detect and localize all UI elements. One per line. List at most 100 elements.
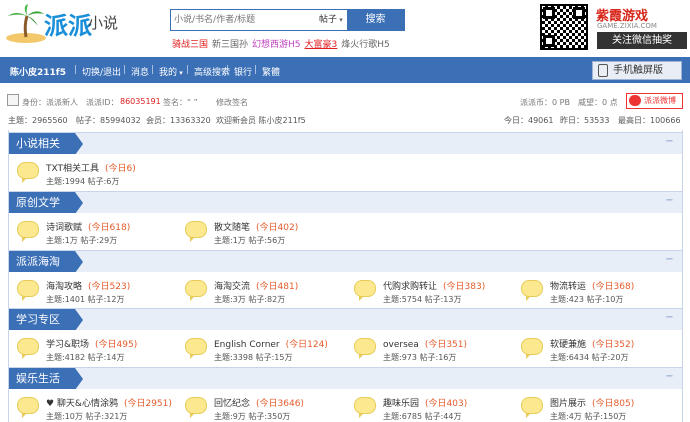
category-header: 学习专区 − [9, 308, 682, 331]
forum-bubble-icon [185, 280, 207, 301]
forum-name[interactable]: English Corner [214, 340, 280, 350]
forum-name-line: 诗词歌赋 (今日618) [46, 220, 130, 233]
nav-messages[interactable]: 消息 [131, 65, 149, 78]
weibo-icon [629, 95, 641, 106]
forum-item[interactable]: ♥ 聊天&心情涂鸦 (今日2951) 主题:10万 帖子:321万 [17, 394, 177, 422]
forum-bubble-icon [185, 397, 207, 418]
forum-name-line: 散文随笔 (今日402) [214, 220, 298, 233]
forum-name[interactable]: 代购求购转让 [383, 282, 437, 292]
forum-name-line: English Corner (今日124) [214, 337, 328, 350]
forum-today-count: (今日124) [285, 340, 328, 350]
stat-topics: 主题：2965560 [8, 116, 68, 125]
forum-name[interactable]: 学习&职场 [46, 340, 89, 350]
forum-name[interactable]: 物流转运 [550, 282, 586, 292]
forum-today-count: (今日481) [256, 282, 299, 292]
forum-bubble-icon [17, 162, 39, 183]
nav-divider: | [74, 65, 78, 75]
collapse-icon[interactable]: − [665, 255, 674, 265]
forum-name-line: 海淘攻略 (今日523) [46, 279, 130, 292]
forum-name[interactable]: 图片展示 [550, 399, 586, 409]
forum-name[interactable]: 回忆纪念 [214, 399, 250, 409]
nav-bank[interactable]: 银行 [234, 65, 252, 78]
forum-item[interactable]: 海淘攻略 (今日523) 主题:1401 帖子:12万 [17, 277, 177, 307]
logo-subtitle: 小说 [88, 14, 119, 32]
hot-link[interactable]: 骑战三国 [172, 40, 208, 50]
forum-item[interactable]: 海淘交流 (今日481) 主题:3万 帖子:82万 [185, 277, 345, 307]
follow-wechat-button[interactable]: 关注微信抽奖 [597, 32, 687, 49]
forum-stats: 主题:4182 帖子:14万 [46, 353, 125, 362]
forum-name-line: 代购求购转让 (今日383) [383, 279, 485, 292]
collapse-icon[interactable]: − [665, 313, 674, 323]
collapse-icon[interactable]: − [665, 137, 674, 147]
welcome-new-member[interactable]: 欢迎新会员 陈小皮211f5 [216, 115, 306, 126]
forum-item[interactable]: 诗词歌赋 (今日618) 主题:1万 帖子:29万 [17, 218, 177, 248]
hot-link[interactable]: 大富豪3 [305, 40, 338, 50]
weibo-button[interactable]: 派派微博 [626, 93, 683, 109]
forum-item[interactable]: 软硬兼施 (今日352) 主题:6434 帖子:20万 [521, 335, 681, 365]
forum-name[interactable]: 海淘攻略 [46, 282, 82, 292]
forum-item[interactable]: 回忆纪念 (今日3646) 主题:9万 帖子:350万 [185, 394, 345, 422]
forum-name-line: ♥ 聊天&心情涂鸦 (今日2951) [46, 396, 172, 409]
collapse-icon[interactable]: − [665, 372, 674, 382]
forum-name[interactable]: 海淘交流 [214, 282, 250, 292]
forum-name[interactable]: 散文随笔 [214, 223, 250, 233]
hot-link[interactable]: 新三国孙 [212, 40, 248, 50]
mobile-version-button[interactable]: 手机触屏版 [592, 61, 682, 80]
category-body: 诗词歌赋 (今日618) 主题:1万 帖子:29万 散文随笔 (今日402) 主题:1万 … [9, 213, 682, 250]
search-button[interactable]: 搜索 [347, 10, 404, 30]
category-title[interactable]: 派派海淘 [9, 251, 83, 273]
nav-traditional[interactable]: 繁體 [262, 65, 280, 78]
forum-item[interactable]: 代购求购转让 (今日383) 主题:5754 帖子:13万 [354, 277, 514, 307]
forum-item[interactable]: English Corner (今日124) 主题:3398 帖子:15万 [185, 335, 345, 365]
forum-name-line: 趣味乐园 (今日403) [383, 396, 467, 409]
nav-switch-logout[interactable]: 切换/退出 [82, 65, 121, 78]
border-line [682, 130, 683, 422]
edit-signature-link[interactable]: 修改签名 [216, 97, 248, 108]
nav-bar: 陈小皮211f5 | 切换/退出 | 消息 | 我的 ▾ | 高级搜索 | 银行… [0, 57, 690, 83]
forum-bubble-icon [185, 338, 207, 359]
category-body: 学习&职场 (今日495) 主题:4182 帖子:14万 English Corner… [9, 330, 682, 367]
forum-item[interactable]: 散文随笔 (今日402) 主题:1万 帖子:56万 [185, 218, 345, 248]
hot-link[interactable]: 幻想西游H5 [252, 40, 301, 50]
forum-item[interactable]: TXT相关工具 (今日6) 主题:1994 帖子:6万 [17, 159, 177, 189]
forum-item[interactable]: 物流转运 (今日368) 主题:423 帖子:10万 [521, 277, 681, 307]
nav-advanced-search[interactable]: 高级搜索 [194, 65, 230, 78]
search-type-select[interactable]: 帖子 ▾ [319, 10, 349, 30]
nav-username[interactable]: 陈小皮211f5 [10, 65, 66, 78]
hot-link[interactable]: 烽火行歌H5 [341, 40, 390, 50]
forum-item[interactable]: 学习&职场 (今日495) 主题:4182 帖子:14万 [17, 335, 177, 365]
forum-name[interactable]: oversea [383, 340, 419, 350]
category-title[interactable]: 原创文学 [9, 192, 83, 214]
forum-today-count: (今日6) [105, 164, 136, 174]
forum-stats: 主题:9万 帖子:350万 [214, 412, 291, 421]
nav-divider: | [254, 65, 258, 75]
dropdown-arrow-icon: ▾ [337, 16, 343, 24]
category-body: 海淘攻略 (今日523) 主题:1401 帖子:12万 海淘交流 (今日481) 主题:3… [9, 272, 682, 308]
forum-bubble-icon [17, 397, 39, 418]
forum-name[interactable]: ♥ 聊天&心情涂鸦 [46, 399, 118, 409]
forum-today-count: (今日805) [592, 399, 635, 409]
forum-name[interactable]: TXT相关工具 [46, 164, 99, 174]
nav-my[interactable]: 我的 ▾ [159, 65, 183, 78]
forum-item[interactable]: 图片展示 (今日805) 主题:4万 帖子:150万 [521, 394, 681, 422]
collapse-icon[interactable]: − [665, 196, 674, 206]
search-input[interactable] [171, 10, 319, 30]
forum-item[interactable]: 趣味乐园 (今日403) 主题:6785 帖子:44万 [354, 394, 514, 422]
user-id-label: 派派ID： [86, 98, 119, 107]
forum-name-line: 回忆纪念 (今日3646) [214, 396, 304, 409]
forum-today-count: (今日2951) [123, 399, 172, 409]
mobile-version-label: 手机触屏版 [613, 65, 663, 76]
category-header: 派派海淘 − [9, 250, 682, 273]
category-title[interactable]: 娱乐生活 [9, 368, 83, 390]
category-title[interactable]: 小说相关 [9, 133, 83, 155]
forum-today-count: (今日523) [88, 282, 131, 292]
stat-members: 会员：13363320 [146, 116, 211, 125]
forum-name[interactable]: 趣味乐园 [383, 399, 419, 409]
category-title[interactable]: 学习专区 [9, 309, 83, 331]
forum-name[interactable]: 软硬兼施 [550, 340, 586, 350]
forum-today-count: (今日351) [424, 340, 468, 350]
forum-name[interactable]: 诗词歌赋 [46, 223, 82, 233]
forum-item[interactable]: oversea (今日351) 主题:973 帖子:16万 [354, 335, 514, 365]
avatar[interactable] [7, 94, 19, 106]
forum-stats: 主题:4万 帖子:150万 [550, 412, 627, 421]
